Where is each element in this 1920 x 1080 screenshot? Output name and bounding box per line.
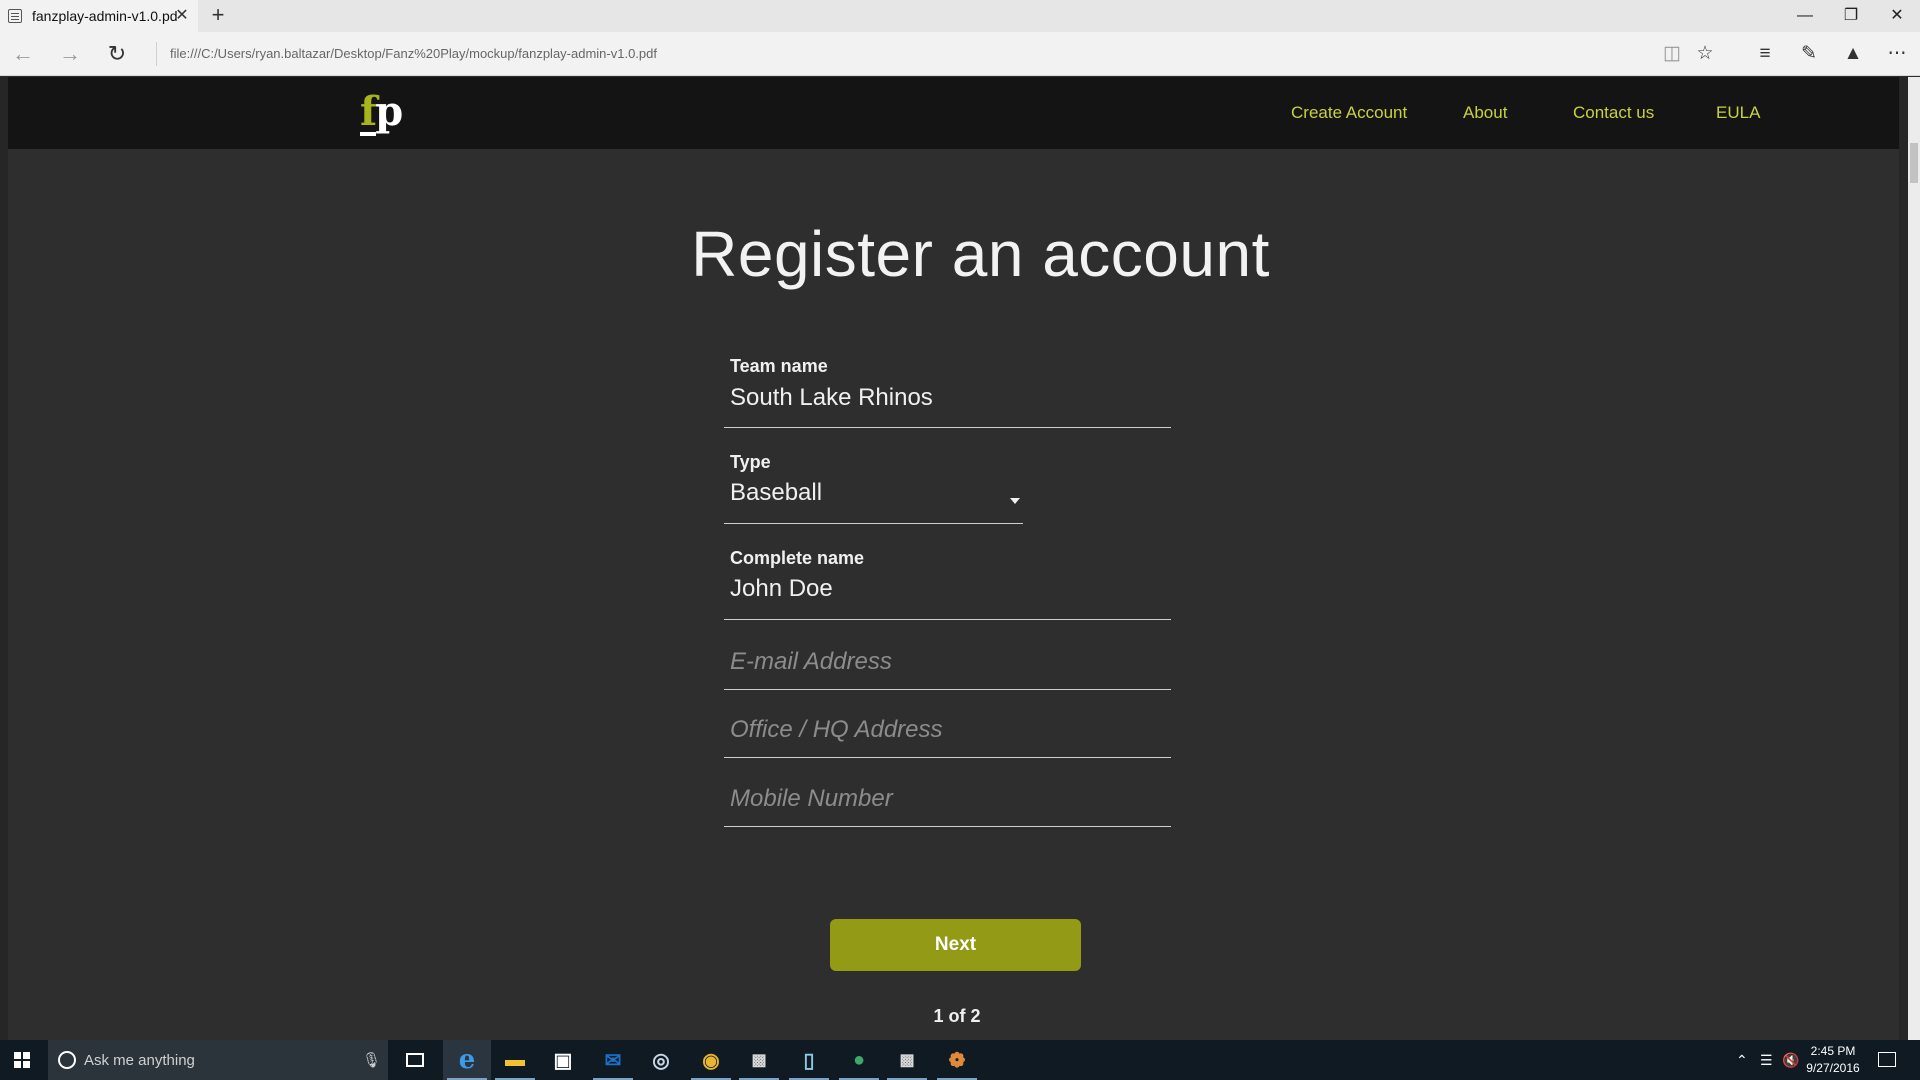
mobile-placeholder[interactable]: Mobile Number bbox=[730, 785, 893, 813]
store-icon[interactable]: ▣ bbox=[539, 1040, 587, 1080]
tab-close-icon[interactable]: ✕ bbox=[172, 6, 192, 26]
complete-name-field[interactable]: Complete name John Doe bbox=[724, 537, 1171, 620]
address-bar: ← → ↻ file:///C:/Users/ryan.baltazar/Des… bbox=[0, 32, 1920, 76]
fanzplay-logo[interactable]: fp bbox=[360, 92, 403, 132]
outlook-icon[interactable]: ✉ bbox=[589, 1040, 637, 1080]
scroll-thumb[interactable] bbox=[1910, 143, 1918, 183]
forward-icon[interactable]: → bbox=[55, 40, 85, 68]
address-placeholder[interactable]: Office / HQ Address bbox=[730, 716, 943, 744]
network-icon[interactable]: ☰ bbox=[1760, 1052, 1773, 1069]
hub-icon[interactable]: ≡ bbox=[1750, 40, 1780, 68]
chrome-icon[interactable]: ◉ bbox=[687, 1040, 735, 1080]
reading-view-icon[interactable]: ◫ bbox=[1657, 40, 1687, 68]
minimize-icon[interactable]: — bbox=[1782, 0, 1828, 32]
windows-start-icon[interactable] bbox=[14, 1052, 30, 1068]
nav-contact-us[interactable]: Contact us bbox=[1573, 103, 1654, 123]
pdf-page: fp Create Account About Contact us EULA … bbox=[8, 77, 1899, 1040]
team-name-label: Team name bbox=[730, 356, 828, 376]
restore-icon[interactable]: ❐ bbox=[1828, 0, 1874, 32]
microphone-icon[interactable]: 🎙 bbox=[362, 1051, 381, 1069]
nav-eula[interactable]: EULA bbox=[1716, 103, 1760, 123]
system-clock[interactable]: 2:45 PM 9/27/2016 bbox=[1804, 1043, 1862, 1077]
task-view-icon[interactable] bbox=[406, 1053, 424, 1067]
email-placeholder[interactable]: E-mail Address bbox=[730, 648, 892, 676]
complete-name-label: Complete name bbox=[730, 548, 865, 568]
back-icon[interactable]: ← bbox=[8, 40, 38, 68]
team-name-field[interactable]: Team name South Lake Rhinos bbox=[724, 345, 1171, 428]
nav-about[interactable]: About bbox=[1463, 103, 1507, 123]
refresh-icon[interactable]: ↻ bbox=[102, 40, 132, 68]
pdf-file-icon bbox=[8, 9, 22, 23]
complete-name-value[interactable]: John Doe bbox=[730, 575, 833, 603]
spotify-icon[interactable]: ● bbox=[835, 1040, 883, 1080]
console-icon[interactable]: ▩ bbox=[883, 1040, 931, 1080]
notes-app-icon[interactable]: ▯ bbox=[785, 1040, 833, 1080]
cortana-icon bbox=[58, 1051, 76, 1069]
new-tab-button[interactable]: + bbox=[206, 4, 230, 28]
pdf-viewport: fp Create Account About Contact us EULA … bbox=[0, 77, 1920, 1040]
next-button[interactable]: Next bbox=[830, 919, 1081, 971]
chevron-down-icon[interactable] bbox=[1010, 498, 1020, 504]
mobile-field[interactable]: Mobile Number bbox=[724, 774, 1171, 827]
tab-title: fanzplay-admin-v1.0.pd bbox=[32, 8, 178, 24]
url-separator bbox=[156, 42, 157, 66]
show-hidden-icons-icon[interactable]: ⌃ bbox=[1736, 1052, 1748, 1069]
type-select[interactable]: Type Baseball bbox=[724, 441, 1023, 524]
terminal-icon[interactable]: ▩ bbox=[735, 1040, 783, 1080]
web-note-icon[interactable]: ✎ bbox=[1794, 40, 1824, 68]
share-icon[interactable]: ▲ bbox=[1838, 40, 1868, 68]
browser-tab-bar: fanzplay-admin-v1.0.pd ✕ + — ❐ ✕ bbox=[0, 0, 1920, 32]
email-field[interactable]: E-mail Address bbox=[724, 637, 1171, 690]
url-field[interactable]: file:///C:/Users/ryan.baltazar/Desktop/F… bbox=[170, 46, 657, 61]
browser-tab[interactable]: fanzplay-admin-v1.0.pd ✕ bbox=[0, 0, 198, 32]
type-label: Type bbox=[730, 452, 771, 472]
page-title: Register an account bbox=[691, 218, 1270, 290]
action-center-icon[interactable] bbox=[1878, 1052, 1896, 1067]
more-icon[interactable]: ⋯ bbox=[1882, 40, 1912, 68]
nav-create-account[interactable]: Create Account bbox=[1291, 103, 1407, 123]
globe-app-icon[interactable]: ◎ bbox=[637, 1040, 685, 1080]
type-value[interactable]: Baseball bbox=[730, 479, 822, 507]
close-window-icon[interactable]: ✕ bbox=[1874, 0, 1920, 32]
scrollbar[interactable] bbox=[1908, 77, 1920, 1040]
address-field[interactable]: Office / HQ Address bbox=[724, 705, 1171, 758]
windows-taskbar: Ask me anything 🎙 e ▬ ▣ ✉ ◎ ◉ ▩ ▯ ● ▩ ❁ … bbox=[0, 1040, 1920, 1080]
volume-muted-icon[interactable]: 🔇 bbox=[1782, 1052, 1799, 1069]
logo-underline bbox=[360, 132, 376, 136]
paint-app-icon[interactable]: ❁ bbox=[933, 1040, 981, 1080]
file-explorer-icon[interactable]: ▬ bbox=[491, 1040, 539, 1080]
search-placeholder[interactable]: Ask me anything bbox=[84, 1052, 195, 1069]
edge-app-icon[interactable]: e bbox=[443, 1040, 491, 1080]
clock-date: 9/27/2016 bbox=[1806, 1061, 1860, 1075]
page-indicator: 1 of 2 bbox=[933, 1006, 981, 1026]
team-name-value[interactable]: South Lake Rhinos bbox=[730, 384, 933, 412]
clock-time: 2:45 PM bbox=[1810, 1044, 1856, 1058]
site-header: fp Create Account About Contact us EULA bbox=[8, 77, 1899, 149]
favorite-icon[interactable]: ☆ bbox=[1690, 40, 1720, 68]
cortana-search-box[interactable]: Ask me anything 🎙 bbox=[48, 1040, 388, 1080]
